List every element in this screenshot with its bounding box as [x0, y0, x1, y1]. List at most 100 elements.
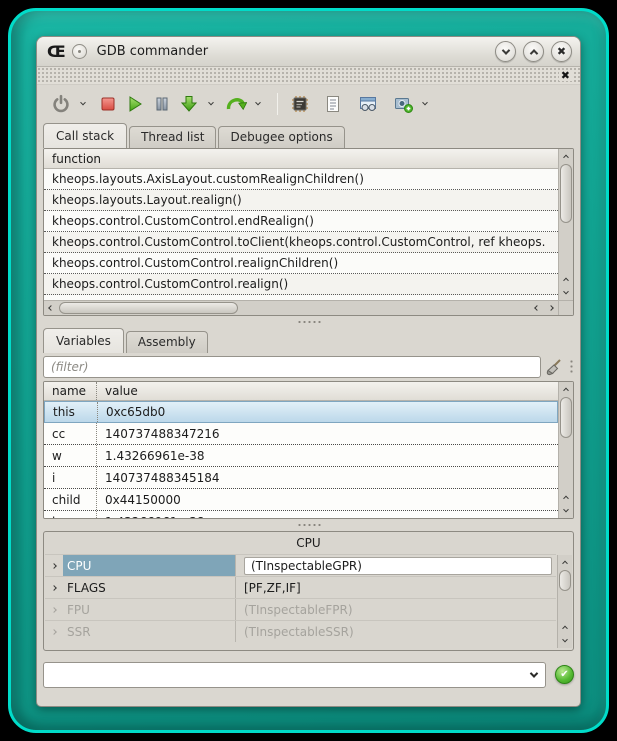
snapshot-button[interactable]	[391, 91, 415, 117]
cpu-value-editor[interactable]: (TInspectableGPR)	[244, 557, 552, 575]
cpu-row-name[interactable]: FPU	[63, 599, 235, 620]
cpu-grid: CPU (TInspectableGPR) FLAGS [PF,ZF,IF] F…	[45, 554, 556, 642]
show-cpu-button[interactable]	[288, 91, 312, 117]
scroll-track[interactable]	[59, 302, 529, 314]
variable-value: 0x44150000	[96, 489, 558, 510]
scroll-left-button[interactable]	[530, 301, 544, 315]
expand-arrow-icon[interactable]	[45, 630, 63, 634]
callstack-row[interactable]: kheops.control.CustomControl.realign()	[44, 274, 558, 295]
scroll-up-button[interactable]	[559, 382, 573, 396]
scroll-left-button[interactable]	[44, 301, 58, 315]
expand-arrow-icon[interactable]	[45, 586, 63, 590]
callstack-horizontal-scrollbar[interactable]	[44, 300, 558, 315]
chevron-up-icon	[563, 278, 569, 284]
cpu-row-name[interactable]: SSR	[63, 621, 235, 642]
cpu-row[interactable]: FLAGS [PF,ZF,IF]	[45, 576, 556, 598]
scroll-down-button[interactable]	[559, 504, 573, 518]
column-header-value[interactable]: value	[96, 382, 558, 400]
callstack-row[interactable]: kheops.layouts.AxisLayout.customRealignC…	[44, 169, 558, 190]
tab-variables[interactable]: Variables	[43, 328, 124, 353]
column-header-name[interactable]: name	[44, 382, 96, 400]
expand-arrow-icon[interactable]	[45, 564, 63, 568]
expand-arrow-icon[interactable]	[45, 608, 63, 612]
step-in-button[interactable]	[177, 91, 201, 117]
titlebar[interactable]: Œ GDB commander ✖	[37, 37, 580, 67]
variable-row[interactable]: cc 140737488347216	[44, 423, 558, 445]
power-dropdown-button[interactable]	[76, 91, 90, 117]
chevron-down-icon	[208, 100, 214, 106]
restore-button[interactable]	[523, 41, 544, 62]
cpu-row-value[interactable]: (TInspectableSSR)	[235, 621, 556, 642]
scroll-down-button[interactable]	[559, 286, 573, 300]
command-combobox[interactable]	[43, 662, 546, 688]
pause-button[interactable]	[150, 91, 174, 117]
show-watches-button[interactable]	[356, 91, 380, 117]
callstack-panel: function kheops.layouts.AxisLayout.custo…	[43, 148, 574, 316]
scroll-track[interactable]	[559, 570, 571, 619]
cpu-vertical-scrollbar[interactable]	[557, 555, 572, 648]
scroll-track[interactable]	[560, 164, 572, 271]
variable-row[interactable]: this 0xc65db0	[44, 401, 558, 423]
run-button[interactable]	[123, 91, 147, 117]
send-command-button[interactable]: ✔	[555, 665, 574, 684]
scroll-thumb[interactable]	[559, 570, 571, 591]
variable-name: w	[44, 445, 96, 466]
splitter[interactable]	[37, 519, 580, 531]
variables-vertical-scrollbar[interactable]	[558, 382, 573, 518]
variable-row[interactable]: w 1.43266961e-38	[44, 445, 558, 467]
snapshot-dropdown-button[interactable]	[418, 91, 432, 117]
splitter[interactable]	[37, 316, 580, 328]
tab-assembly[interactable]: Assembly	[126, 331, 208, 353]
cpu-row-name[interactable]: FLAGS	[63, 577, 235, 598]
variable-row[interactable]: child 0x44150000	[44, 489, 558, 511]
variable-value: 140737488347216	[96, 423, 558, 444]
callstack-row[interactable]: kheops.layouts.Layout.realign()	[44, 190, 558, 211]
power-button[interactable]	[49, 91, 73, 117]
variables-header[interactable]: name value	[44, 382, 558, 401]
cpu-row-value[interactable]: [PF,ZF,IF]	[235, 577, 556, 598]
cpu-row-value[interactable]: (TInspectableGPR)	[235, 555, 556, 576]
callstack-row[interactable]: kheops.control.CustomControl.realignChil…	[44, 253, 558, 274]
scroll-up-button[interactable]	[559, 272, 573, 286]
scroll-up-button[interactable]	[558, 555, 572, 569]
variable-row[interactable]: i 140737488345184	[44, 467, 558, 489]
step-over-button[interactable]	[224, 91, 248, 117]
command-input[interactable]	[52, 668, 531, 682]
callstack-column-header[interactable]: function	[44, 149, 558, 169]
panel-handle-icon[interactable]	[569, 359, 574, 375]
cpu-row[interactable]: CPU (TInspectableGPR)	[45, 554, 556, 576]
play-icon	[125, 94, 145, 114]
step-in-dropdown-button[interactable]	[204, 91, 218, 117]
show-output-button[interactable]	[321, 91, 345, 117]
scroll-thumb[interactable]	[560, 397, 572, 438]
cpu-row[interactable]: FPU (TInspectableFPR)	[45, 598, 556, 620]
scroll-thumb[interactable]	[59, 302, 238, 314]
scroll-up-button[interactable]	[559, 149, 573, 163]
scroll-right-button[interactable]	[544, 301, 558, 315]
cpu-row[interactable]: SSR (TInspectableSSR)	[45, 620, 556, 642]
callstack-vertical-scrollbar[interactable]	[558, 149, 573, 300]
callstack-row[interactable]: kheops.control.CustomControl.endRealign(…	[44, 211, 558, 232]
close-window-button[interactable]: ✖	[551, 41, 572, 62]
clear-filter-button[interactable]	[541, 355, 567, 379]
pin-button[interactable]	[72, 44, 87, 59]
variables-table: name value this 0xc65db0 cc 140737488347…	[44, 382, 558, 518]
filter-input[interactable]	[43, 356, 541, 378]
step-over-dropdown-button[interactable]	[251, 91, 265, 117]
scroll-track[interactable]	[560, 397, 572, 489]
cpu-row-value[interactable]: (TInspectableFPR)	[235, 599, 556, 620]
cpu-row-name[interactable]: CPU	[63, 555, 235, 576]
scroll-up-button[interactable]	[559, 490, 573, 504]
tab-debugee-options[interactable]: Debugee options	[218, 126, 344, 148]
scroll-thumb[interactable]	[560, 164, 572, 223]
tab-thread-list[interactable]: Thread list	[129, 126, 216, 148]
dock-handle-strip[interactable]: ✖	[37, 67, 580, 85]
stop-button[interactable]	[96, 91, 120, 117]
callstack-row[interactable]: kheops.control.CustomControl.toClient(kh…	[44, 232, 558, 253]
tab-call-stack[interactable]: Call stack	[43, 123, 127, 148]
shade-button[interactable]	[495, 41, 516, 62]
variable-row[interactable]: h 1.43266961e-38	[44, 511, 558, 518]
scroll-up-button[interactable]	[558, 620, 572, 634]
dock-close-button[interactable]: ✖	[559, 70, 572, 81]
scroll-down-button[interactable]	[558, 634, 572, 648]
